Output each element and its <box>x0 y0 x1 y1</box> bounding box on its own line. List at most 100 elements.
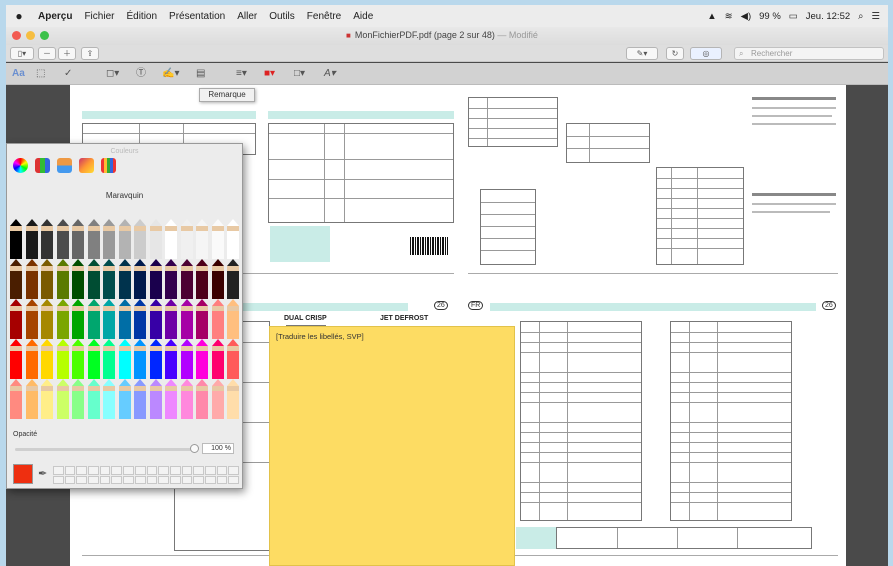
crayon[interactable] <box>102 219 116 259</box>
empty-swatch[interactable] <box>64 475 76 484</box>
rectangular-selection-icon[interactable]: ⬚ <box>36 67 45 81</box>
crayon[interactable] <box>164 299 178 339</box>
crayon[interactable] <box>25 259 39 299</box>
crayon[interactable] <box>71 259 85 299</box>
color-sliders-icon[interactable] <box>35 158 50 173</box>
empty-swatch[interactable] <box>123 466 134 475</box>
empty-swatch[interactable] <box>134 475 146 484</box>
rotate-button[interactable]: ↻ <box>666 47 684 60</box>
crayon[interactable] <box>56 299 70 339</box>
crayon[interactable] <box>56 379 70 419</box>
crayon[interactable] <box>40 339 54 379</box>
crayon[interactable] <box>149 379 163 419</box>
empty-swatch[interactable] <box>146 466 158 475</box>
empty-swatch[interactable] <box>76 466 88 475</box>
crayon[interactable] <box>195 339 209 379</box>
crayon[interactable] <box>9 379 23 419</box>
opacity-slider-knob[interactable] <box>190 444 199 453</box>
crayon[interactable] <box>25 219 39 259</box>
zoom-button[interactable] <box>40 31 49 40</box>
crayon[interactable] <box>133 259 147 299</box>
crayon[interactable] <box>71 379 85 419</box>
crayon[interactable] <box>195 379 209 419</box>
opacity-value[interactable]: 100 % <box>202 443 234 454</box>
crayon[interactable] <box>87 259 101 299</box>
saved-swatches[interactable] <box>53 466 239 484</box>
clock[interactable]: Jeu. 12:52 <box>806 11 850 22</box>
crayon[interactable] <box>211 379 225 419</box>
crayon[interactable] <box>25 379 39 419</box>
menu-outils[interactable]: Outils <box>263 11 301 22</box>
image-palettes-icon[interactable] <box>79 158 94 173</box>
sign-icon[interactable]: ✍▾ <box>162 67 179 81</box>
sticky-note-text[interactable]: [Traduire les libellés, SVP] <box>276 332 364 341</box>
sidebar-toggle-button[interactable]: ▯▾ <box>10 47 34 60</box>
crayon[interactable] <box>164 219 178 259</box>
crayon[interactable] <box>164 339 178 379</box>
battery-icon[interactable]: ▭ <box>789 11 798 22</box>
empty-swatch[interactable] <box>111 475 123 484</box>
empty-swatch[interactable] <box>88 475 99 484</box>
empty-swatch[interactable] <box>99 466 111 475</box>
empty-swatch[interactable] <box>134 466 146 475</box>
minimize-button[interactable] <box>26 31 35 40</box>
crayon[interactable] <box>180 339 194 379</box>
crayon[interactable] <box>102 259 116 299</box>
crayon[interactable] <box>118 219 132 259</box>
close-button[interactable] <box>12 31 21 40</box>
text-icon[interactable]: Ⓣ <box>136 67 146 81</box>
crayon[interactable] <box>133 339 147 379</box>
empty-swatch[interactable] <box>216 475 228 484</box>
crayon[interactable] <box>102 299 116 339</box>
crayon[interactable] <box>149 299 163 339</box>
crayon[interactable] <box>211 299 225 339</box>
highlight-button[interactable]: ✎▾ <box>626 47 658 60</box>
border-color-icon[interactable]: ■▾ <box>264 67 275 81</box>
wifi-icon[interactable]: ≋ <box>725 11 733 22</box>
crayon[interactable] <box>149 259 163 299</box>
sketch-icon[interactable]: ✓ <box>64 67 72 81</box>
crayon[interactable] <box>71 299 85 339</box>
crayon[interactable] <box>211 259 225 299</box>
empty-swatch[interactable] <box>64 466 76 475</box>
crayon[interactable] <box>164 379 178 419</box>
crayon[interactable] <box>40 219 54 259</box>
empty-swatch[interactable] <box>123 475 134 484</box>
crayon[interactable] <box>56 259 70 299</box>
crayon[interactable] <box>87 379 101 419</box>
crayon[interactable] <box>226 379 240 419</box>
crayon[interactable] <box>180 259 194 299</box>
crayon[interactable] <box>102 339 116 379</box>
crayon[interactable] <box>102 379 116 419</box>
crayon[interactable] <box>133 299 147 339</box>
crayon[interactable] <box>118 339 132 379</box>
crayon[interactable] <box>180 299 194 339</box>
crayon[interactable] <box>25 339 39 379</box>
search-input[interactable]: ⌕ Rechercher <box>734 47 884 60</box>
empty-swatch[interactable] <box>216 466 228 475</box>
menu-fichier[interactable]: Fichier <box>78 11 120 22</box>
empty-swatch[interactable] <box>158 466 169 475</box>
crayon[interactable] <box>9 299 23 339</box>
crayon[interactable] <box>118 299 132 339</box>
crayon[interactable] <box>195 259 209 299</box>
empty-swatch[interactable] <box>53 475 64 484</box>
crayon[interactable] <box>9 219 23 259</box>
current-color-swatch[interactable] <box>13 464 33 484</box>
sticky-note[interactable]: [Traduire les libellés, SVP] <box>269 326 515 566</box>
empty-swatch[interactable] <box>88 466 99 475</box>
crayon[interactable] <box>226 219 240 259</box>
crayon[interactable] <box>180 219 194 259</box>
menu-edition[interactable]: Édition <box>120 11 163 22</box>
crayon[interactable] <box>71 339 85 379</box>
empty-swatch[interactable] <box>204 466 216 475</box>
shape-style-icon[interactable]: ≡▾ <box>236 67 247 81</box>
crayon[interactable] <box>56 339 70 379</box>
empty-swatch[interactable] <box>158 475 169 484</box>
crayon[interactable] <box>211 339 225 379</box>
list-icon[interactable]: ☰ <box>871 11 880 22</box>
crayon[interactable] <box>25 299 39 339</box>
crayon[interactable] <box>226 299 240 339</box>
empty-swatch[interactable] <box>53 466 64 475</box>
empty-swatch[interactable] <box>146 475 158 484</box>
